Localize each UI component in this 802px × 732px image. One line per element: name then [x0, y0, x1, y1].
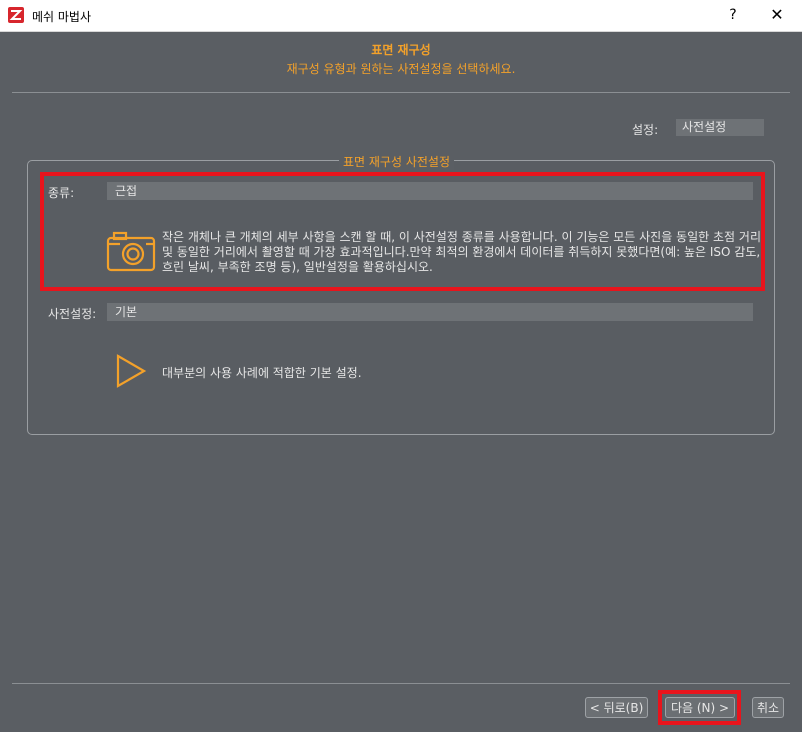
footer-divider	[12, 683, 790, 684]
cancel-button[interactable]: 취소	[752, 697, 784, 718]
preset-label: 사전설정:	[48, 307, 97, 321]
header-divider	[12, 92, 790, 93]
groupbox-title: 표면 재구성 사전설정	[339, 153, 454, 170]
page-title: 표면 재구성	[371, 43, 431, 57]
window-title: 메쉬 마법사	[32, 10, 92, 24]
type-label: 종류:	[48, 186, 75, 200]
type-description: 작은 개체나 큰 개체의 세부 사항을 스캔 할 때, 이 사전설정 종류를 사…	[162, 230, 761, 274]
preset-description: 대부분의 사용 사례에 적합한 기본 설정.	[162, 366, 362, 380]
page-subtitle: 재구성 유형과 원하는 사전설정을 선택하세요.	[286, 62, 516, 76]
mesh-wizard-logo-icon	[8, 7, 24, 23]
settings-label: 설정:	[632, 123, 659, 137]
type-select[interactable]: 근접	[107, 182, 753, 200]
play-triangle-icon	[116, 354, 147, 388]
next-highlight-box	[658, 690, 741, 725]
close-button[interactable]: ✕	[762, 4, 792, 26]
back-button[interactable]: < 뒤로(B)	[585, 697, 648, 718]
preset-select[interactable]: 기본	[107, 303, 753, 321]
settings-select[interactable]: 사전설정	[676, 119, 764, 136]
help-button[interactable]: ?	[718, 4, 748, 26]
title-bar: 메쉬 마법사 ? ✕	[0, 0, 802, 32]
camera-icon	[106, 231, 156, 272]
